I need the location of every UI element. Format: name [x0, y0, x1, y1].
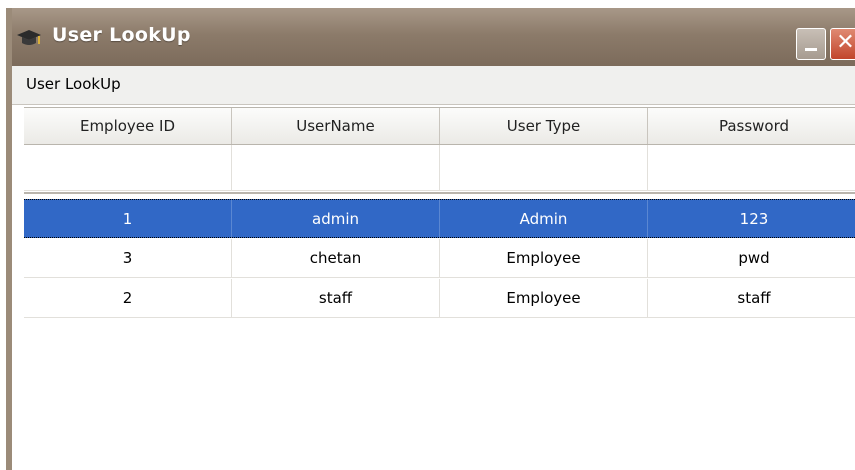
cell-employee-id[interactable]: 1 [24, 200, 232, 238]
table-row[interactable]: 2 staff Employee staff [24, 279, 855, 318]
form-caption: User LookUp [26, 75, 121, 93]
user-lookup-window: User LookUp ✕ User LookUp Employee ID Us… [6, 8, 855, 470]
column-header-password[interactable]: Password [648, 108, 855, 144]
table-row[interactable]: 3 chetan Employee pwd [24, 239, 855, 278]
user-grid[interactable]: Employee ID UserName User Type Password … [24, 107, 855, 470]
cell-username[interactable]: chetan [232, 239, 440, 277]
column-header-employee-id[interactable]: Employee ID [24, 108, 232, 144]
cell-user-type[interactable]: Admin [440, 200, 648, 238]
table-row[interactable]: 1 admin Admin 123 [24, 199, 855, 238]
menu-bar: User LookUp [12, 66, 855, 105]
close-button[interactable]: ✕ [830, 28, 855, 60]
new-row-cell-user-type[interactable] [440, 145, 648, 191]
new-row[interactable] [24, 145, 855, 191]
cell-employee-id[interactable]: 3 [24, 239, 232, 277]
column-header-username[interactable]: UserName [232, 108, 440, 144]
new-row-cell-password[interactable] [648, 145, 855, 191]
cell-user-type[interactable]: Employee [440, 239, 648, 277]
new-row-cell-username[interactable] [232, 145, 440, 191]
cell-user-type[interactable]: Employee [440, 279, 648, 317]
cell-password[interactable]: staff [648, 279, 855, 317]
grid-header: Employee ID UserName User Type Password [24, 107, 855, 145]
new-row-cell-employee-id[interactable] [24, 145, 232, 191]
cell-username[interactable]: staff [232, 279, 440, 317]
cell-password[interactable]: pwd [648, 239, 855, 277]
minimize-button[interactable] [796, 28, 826, 60]
close-icon: ✕ [836, 30, 855, 55]
column-header-user-type[interactable]: User Type [440, 108, 648, 144]
cell-password[interactable]: 123 [648, 200, 855, 238]
graduation-cap-icon [17, 30, 41, 45]
title-bar[interactable]: User LookUp ✕ [12, 8, 855, 66]
window-title: User LookUp [52, 24, 191, 46]
new-row-separator [24, 192, 855, 194]
cell-username[interactable]: admin [232, 200, 440, 238]
cell-employee-id[interactable]: 2 [24, 279, 232, 317]
